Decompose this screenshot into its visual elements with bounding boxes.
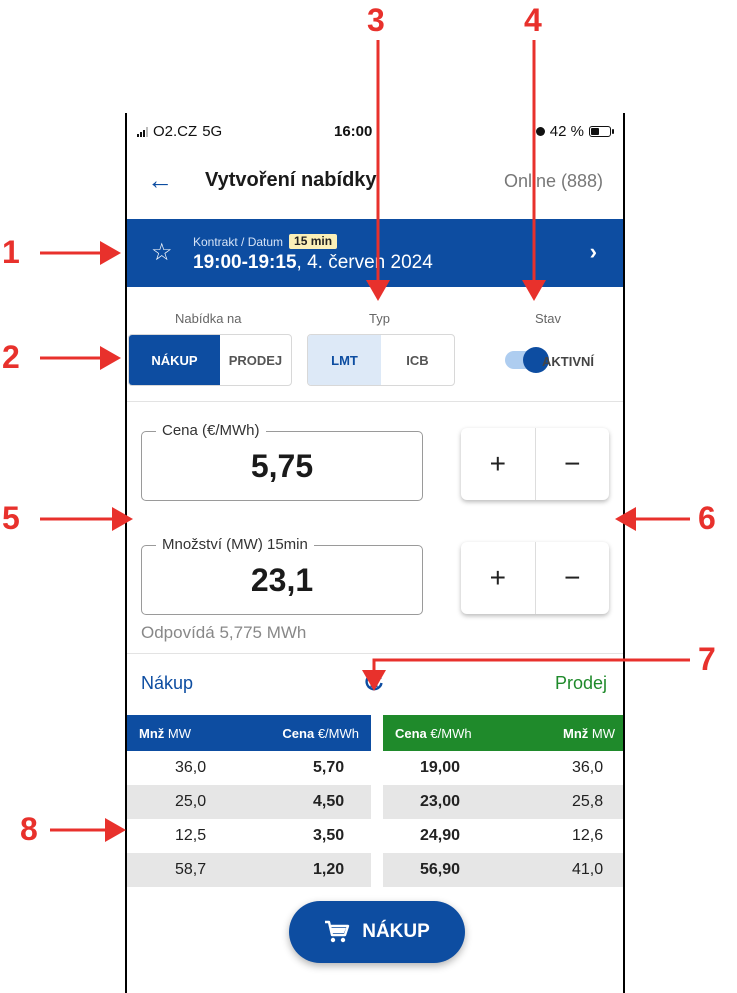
contract-label-row: Kontrakt / Datum 15 min xyxy=(193,234,338,249)
type-lmt[interactable]: LMT xyxy=(308,335,381,385)
table-row[interactable]: 12,5 3,50 24,90 12,6 xyxy=(127,819,623,853)
network-type: 5G xyxy=(202,123,223,140)
orderbook-sell-label: Prodej xyxy=(554,673,607,693)
sell-price-cell: 19,00 xyxy=(420,759,461,776)
sell-qty-cell: 36,0 xyxy=(572,759,604,776)
offer-type-label: Nabídka na xyxy=(175,311,242,326)
buy-price-cell: 4,50 xyxy=(313,793,345,810)
duration-badge: 15 min xyxy=(289,234,338,249)
sell-qty-cell: 25,8 xyxy=(572,793,604,810)
battery-icon xyxy=(589,126,614,137)
sell-price-cell: 24,90 xyxy=(420,827,461,844)
buy-price-cell: 3,50 xyxy=(313,827,345,844)
quantity-label: Množství (MW) 15min xyxy=(156,536,314,553)
offer-type-buy[interactable]: NÁKUP xyxy=(129,335,220,385)
price-label: Cena (€/MWh) xyxy=(156,422,266,439)
annotation-label: 8 xyxy=(20,811,38,847)
buy-price-cell: 1,20 xyxy=(313,861,345,878)
table-row[interactable]: 25,0 4,50 23,00 25,8 xyxy=(127,785,623,819)
buy-qty-cell: 12,5 xyxy=(175,827,207,844)
buy-price-cell: 5,70 xyxy=(313,759,345,776)
buy-qty-cell: 36,0 xyxy=(175,759,207,776)
contract-value: 19:00-19:15, 4. červen 2024 xyxy=(193,252,433,274)
mwh-hint: Odpovídá 5,775 MWh xyxy=(141,623,307,642)
divider xyxy=(127,401,623,402)
signal-icon xyxy=(137,126,148,137)
buy-button-label: NÁKUP xyxy=(362,921,430,942)
price-plus-button[interactable]: + xyxy=(461,428,535,500)
quantity-minus-button[interactable]: − xyxy=(534,542,610,614)
buy-qty-header: Mnž MW xyxy=(139,725,191,741)
sell-qty-header: Mnž MW xyxy=(563,725,615,741)
buy-button[interactable]: NÁKUP xyxy=(289,901,465,963)
alarm-icon xyxy=(535,127,545,136)
annotation-label: 5 xyxy=(2,500,20,536)
carrier-name: O2.CZ xyxy=(153,123,198,140)
annotation-label: 1 xyxy=(2,234,20,270)
annotation-label: 3 xyxy=(367,2,385,38)
status-bar: O2.CZ 5G 16:00 42 % xyxy=(127,113,623,149)
table-row[interactable]: 36,0 5,70 19,00 36,0 xyxy=(127,751,623,785)
contract-date: , 4. červen 2024 xyxy=(296,252,433,273)
page-title: Vytvoření nabídky xyxy=(205,169,377,191)
sell-table-header: Cena €/MWh Mnž MW xyxy=(383,715,623,751)
offer-type-sell[interactable]: PRODEJ xyxy=(220,335,291,385)
quantity-field[interactable]: Množství (MW) 15min 23,1 xyxy=(141,536,423,615)
quantity-stepper: + − xyxy=(461,542,609,614)
table-row[interactable]: 58,7 1,20 56,90 41,0 xyxy=(127,853,623,887)
sell-price-header: Cena €/MWh xyxy=(395,725,472,741)
price-minus-button[interactable]: − xyxy=(534,428,610,500)
annotation-label: 2 xyxy=(2,339,20,375)
phone-screen: O2.CZ 5G 16:00 42 % ← Vytvoření nabídky … xyxy=(125,113,625,993)
type-icb[interactable]: ICB xyxy=(381,335,454,385)
quantity-plus-button[interactable]: + xyxy=(461,542,535,614)
contract-label: Kontrakt / Datum xyxy=(193,234,284,249)
type-label: Typ xyxy=(369,311,390,326)
status-right: 42 % xyxy=(535,123,614,140)
annotation-label: 6 xyxy=(698,500,716,536)
sell-price-cell: 23,00 xyxy=(420,793,461,810)
app-bar: ← Vytvoření nabídky Online (888) xyxy=(127,157,623,207)
carrier-info: O2.CZ 5G xyxy=(137,123,222,140)
quantity-value: 23,1 xyxy=(250,562,314,598)
star-icon[interactable]: ☆ xyxy=(151,238,173,267)
annotation-label: 4 xyxy=(524,2,542,38)
state-value: AKTIVNÍ xyxy=(542,354,594,369)
buy-price-header: Cena €/MWh xyxy=(282,725,359,741)
contract-selector[interactable]: ☆ Kontrakt / Datum 15 min 19:00-19:15, 4… xyxy=(127,219,623,287)
orderbook-rows: 36,0 5,70 19,00 36,0 25,0 4,50 23,00 25,… xyxy=(127,751,623,887)
buy-qty-cell: 25,0 xyxy=(175,793,207,810)
chevron-right-icon[interactable]: › xyxy=(590,239,597,265)
buy-table-header: Mnž MW Cena €/MWh xyxy=(127,715,371,751)
annotation-label: 7 xyxy=(698,641,716,677)
cart-icon xyxy=(325,920,350,943)
online-status: Online (888) xyxy=(503,171,603,191)
sell-price-cell: 56,90 xyxy=(420,861,461,878)
battery-percent: 42 % xyxy=(549,123,584,140)
refresh-icon[interactable] xyxy=(363,671,385,693)
offer-type-segment: NÁKUP PRODEJ xyxy=(128,334,292,386)
price-value: 5,75 xyxy=(250,448,314,484)
sell-qty-cell: 12,6 xyxy=(572,827,604,844)
price-field[interactable]: Cena (€/MWh) 5,75 xyxy=(141,422,423,501)
status-time: 16:00 xyxy=(334,123,373,140)
buy-qty-cell: 58,7 xyxy=(175,861,207,878)
price-stepper: + − xyxy=(461,428,609,500)
type-segment: LMT ICB xyxy=(307,334,455,386)
divider xyxy=(127,653,623,654)
orderbook-buy-label: Nákup xyxy=(141,673,194,693)
arrow-left-icon[interactable]: ← xyxy=(147,165,173,196)
state-label: Stav xyxy=(535,311,562,326)
contract-time-range: 19:00-19:15 xyxy=(193,252,297,273)
sell-qty-cell: 41,0 xyxy=(572,861,604,878)
